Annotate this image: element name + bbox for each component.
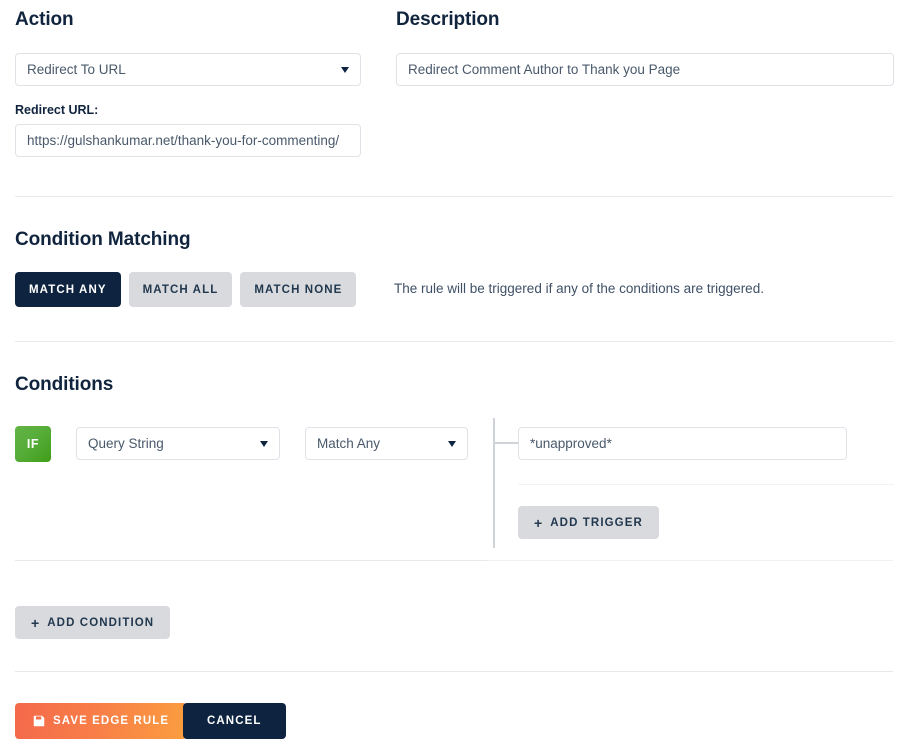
section-divider-1 [15, 196, 893, 197]
redirect-url-input[interactable] [15, 124, 361, 157]
save-edge-rule-label: SAVE EDGE RULE [53, 715, 170, 727]
chevron-down-icon [260, 440, 268, 447]
match-mode-group: MATCH ANY MATCH ALL MATCH NONE [15, 272, 357, 307]
condition-field-select[interactable]: Query String [76, 427, 280, 460]
condition-connector-vertical [493, 418, 495, 548]
plus-icon: + [534, 514, 544, 531]
cancel-button[interactable]: CANCEL [183, 703, 286, 739]
condition-row-divider-left [15, 560, 487, 561]
save-floppy-icon [33, 715, 45, 727]
redirect-url-label: Redirect URL: [15, 103, 99, 117]
trigger-divider [518, 484, 894, 485]
condition-matching-helper-text: The rule will be triggered if any of the… [394, 281, 764, 296]
trigger-value-field-wrap [518, 427, 847, 460]
match-any-button[interactable]: MATCH ANY [15, 272, 121, 307]
redirect-url-field-wrap [15, 124, 361, 157]
condition-operator-select[interactable]: Match Any [305, 427, 468, 460]
match-none-button[interactable]: MATCH NONE [240, 272, 357, 307]
chevron-down-icon [448, 440, 456, 447]
footer-divider [15, 671, 893, 672]
section-divider-2 [15, 341, 893, 342]
edge-rule-editor: Action Redirect To URL Redirect URL: Des… [0, 0, 900, 749]
chevron-down-icon [341, 66, 349, 73]
condition-field-select-value: Query String [88, 436, 164, 451]
description-input[interactable] [396, 53, 894, 86]
add-trigger-label: ADD TRIGGER [550, 516, 643, 529]
add-condition-button[interactable]: + ADD CONDITION [15, 606, 171, 639]
action-heading: Action [15, 9, 74, 30]
if-badge[interactable]: IF [15, 426, 51, 462]
add-condition-label: ADD CONDITION [47, 616, 155, 629]
plus-icon: + [31, 614, 41, 631]
match-all-button[interactable]: MATCH ALL [128, 272, 233, 307]
condition-matching-heading: Condition Matching [15, 229, 191, 250]
condition-operator-select-value: Match Any [317, 436, 381, 451]
action-type-select[interactable]: Redirect To URL [15, 53, 361, 86]
condition-connector-branch [493, 442, 518, 444]
conditions-heading: Conditions [15, 374, 114, 395]
condition-row-divider-right [487, 560, 893, 561]
save-edge-rule-button[interactable]: SAVE EDGE RULE [15, 703, 188, 739]
trigger-value-input[interactable] [518, 427, 847, 460]
action-type-select-value: Redirect To URL [27, 62, 126, 77]
description-field-wrap [396, 53, 894, 86]
add-trigger-button[interactable]: + ADD TRIGGER [518, 506, 659, 539]
description-heading: Description [396, 9, 500, 30]
